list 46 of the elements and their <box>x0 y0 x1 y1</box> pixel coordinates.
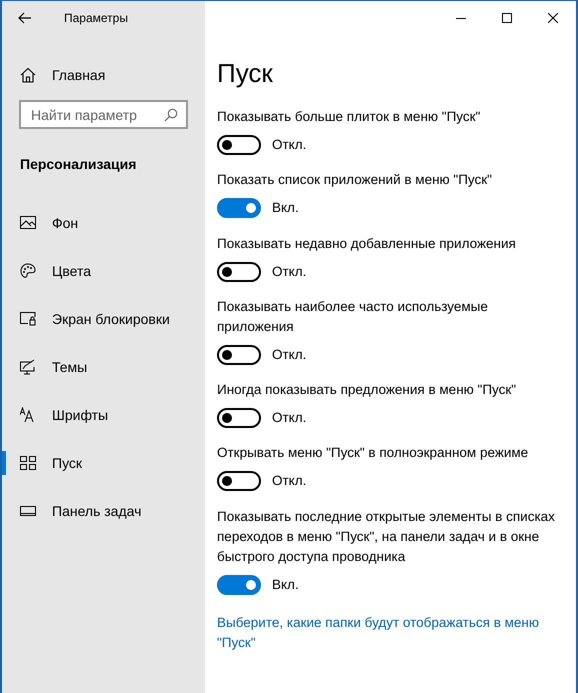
themes-icon <box>20 359 36 375</box>
section-heading: Персонализация <box>20 155 138 174</box>
setting-label: Показывать последние открытые элементы в списках переходов в меню "Пуск", на панели задач и в окне быстрого доступа проводника <box>217 508 556 566</box>
toggle-switch[interactable] <box>217 135 261 156</box>
home-nav-item[interactable]: Главная <box>2 51 205 99</box>
nav-item[interactable]: Цвета <box>2 247 205 295</box>
taskbar-icon <box>20 503 36 519</box>
search-icon <box>164 108 178 122</box>
toggle-switch[interactable] <box>217 408 261 428</box>
toggle-state-label: Вкл. <box>272 199 299 218</box>
nav-item[interactable]: Экран блокировки <box>2 295 205 343</box>
close-icon <box>548 13 558 23</box>
lock-screen-icon <box>20 311 36 327</box>
search-field[interactable]: Найти параметр <box>19 100 188 129</box>
toggle-state-label: Откл. <box>272 472 306 490</box>
home-icon <box>20 67 36 83</box>
window-title: Параметры <box>64 10 128 27</box>
setting-label: Открывать меню "Пуск" в полноэкранном режиме <box>217 444 530 462</box>
setting-label: Показывать недавно добавленные приложения <box>217 234 517 253</box>
nav-item[interactable]: Панель задач <box>2 487 205 535</box>
toggle-switch[interactable] <box>217 344 261 365</box>
toggle-state-label: Вкл. <box>272 576 299 594</box>
folders-link[interactable]: Выберите, какие папки будут отображаться в меню "Пуск" <box>217 612 562 653</box>
toggle-state-label: Откл. <box>272 409 306 427</box>
nav-item[interactable]: Пуск <box>2 439 205 487</box>
setting-label: Иногда показывать предложения в меню "Пуск" <box>217 381 518 399</box>
setting-label: Показывать наиболее часто используемые приложения <box>217 298 489 336</box>
toggle-state-label: Откл. <box>272 136 306 154</box>
tiles-icon <box>20 455 36 471</box>
toggle-switch[interactable] <box>217 262 261 282</box>
setting-label: Показывать больше плиток в меню "Пуск" <box>217 108 482 126</box>
nav-item[interactable]: Темы <box>2 343 205 391</box>
setting-label: Показать список приложений в меню "Пуск" <box>217 171 493 190</box>
toggle-switch[interactable] <box>217 471 261 492</box>
toggle-state-label: Откл. <box>272 346 306 364</box>
toggle-state-label: Откл. <box>272 262 306 280</box>
toggle-switch[interactable] <box>217 574 261 595</box>
toggle-switch[interactable] <box>217 198 261 218</box>
palette-icon <box>20 263 36 279</box>
page-title: Пуск <box>217 57 274 90</box>
nav-item[interactable]: Фон <box>2 199 205 247</box>
nav-item[interactable]: Шрифты <box>2 391 205 439</box>
picture-frame-icon <box>20 215 36 231</box>
maximize-icon <box>502 13 512 23</box>
back-arrow-icon <box>18 12 32 24</box>
font-icon <box>20 407 36 423</box>
